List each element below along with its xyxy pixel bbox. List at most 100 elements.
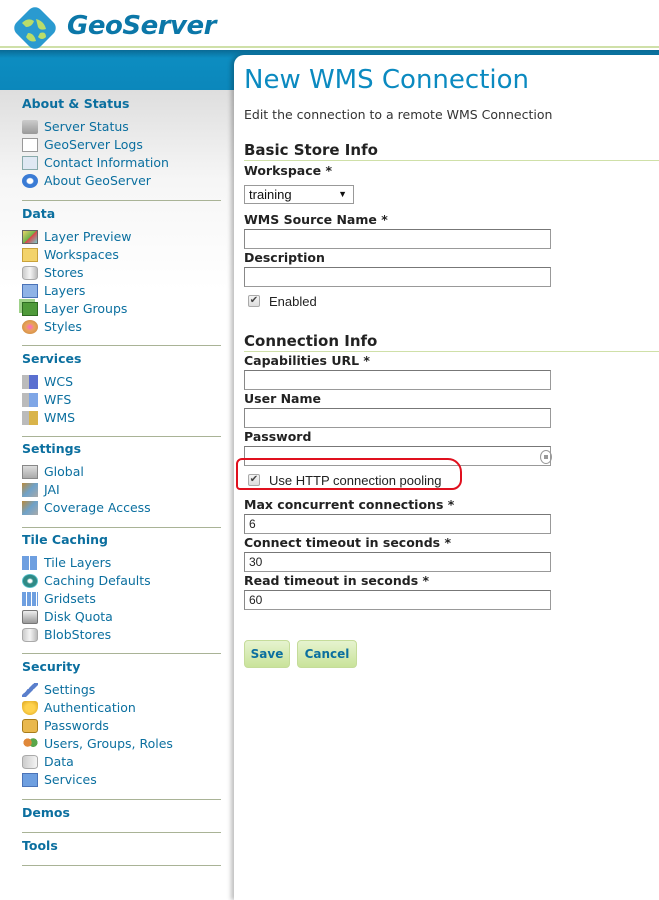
sidebar-item-geoserver-logs[interactable]: GeoServer Logs bbox=[22, 136, 221, 154]
sidebar-divider bbox=[22, 200, 221, 201]
max-connections-label: Max concurrent connections * bbox=[244, 497, 455, 512]
sidebar-item-wfs[interactable]: WFS bbox=[22, 391, 221, 409]
sidebar-item-jai[interactable]: JAI bbox=[22, 481, 221, 499]
sidebar-item-tile-layers[interactable]: Tile Layers bbox=[22, 554, 221, 572]
folder-icon bbox=[22, 248, 38, 262]
sidebar-item-server-status[interactable]: Server Status bbox=[22, 118, 221, 136]
sidebar-item-coverage-access[interactable]: Coverage Access bbox=[22, 499, 221, 517]
sidebar-item-label: Gridsets bbox=[44, 591, 96, 606]
sidebar-section-title[interactable]: Demos bbox=[22, 805, 221, 821]
sidebar-item-workspaces[interactable]: Workspaces bbox=[22, 246, 221, 264]
sidebar-item-data[interactable]: Data bbox=[22, 753, 221, 771]
sidebar-item-global[interactable]: Global bbox=[22, 463, 221, 481]
help-icon bbox=[22, 174, 38, 188]
page-title: New WMS Connection bbox=[244, 65, 529, 95]
wms-service-icon bbox=[22, 411, 38, 425]
sidebar-item-label: Coverage Access bbox=[44, 500, 151, 515]
sidebar-section-title: About & Status bbox=[22, 96, 130, 111]
layer-icon bbox=[22, 284, 38, 298]
sidebar-item-caching-defaults[interactable]: Caching Defaults bbox=[22, 572, 221, 590]
globe-logo-icon[interactable] bbox=[10, 5, 60, 53]
sidebar-item-layer-preview[interactable]: Layer Preview bbox=[22, 228, 221, 246]
enabled-checkbox[interactable]: ✔ bbox=[248, 295, 260, 307]
app-name[interactable]: GeoServer bbox=[67, 11, 216, 41]
connect-timeout-input[interactable] bbox=[244, 552, 551, 572]
sidebar-item-label: WMS bbox=[44, 410, 76, 425]
page-description: Edit the connection to a remote WMS Conn… bbox=[244, 107, 553, 122]
capabilities-url-input[interactable] bbox=[244, 370, 551, 390]
sidebar-item-label: Server Status bbox=[44, 119, 129, 134]
sidebar-section-security: Security Settings Authentication Passwords U… bbox=[22, 659, 221, 789]
sidebar-item-services[interactable]: Services bbox=[22, 771, 221, 789]
workspace-selected-value: training bbox=[249, 187, 292, 202]
sidebar-item-label: BlobStores bbox=[44, 627, 112, 642]
sidebar-item-about-geoserver[interactable]: About GeoServer bbox=[22, 172, 221, 190]
sidebar-item-passwords[interactable]: Passwords bbox=[22, 717, 221, 735]
enabled-label: Enabled bbox=[269, 294, 317, 309]
sidebar-item-label: Passwords bbox=[44, 718, 109, 733]
cancel-button[interactable]: Cancel bbox=[297, 640, 357, 668]
sidebar-item-gridsets[interactable]: Gridsets bbox=[22, 590, 221, 608]
sidebar-item-contact-information[interactable]: Contact Information bbox=[22, 154, 221, 172]
sidebar-divider bbox=[22, 799, 221, 800]
source-name-label: WMS Source Name * bbox=[244, 212, 388, 227]
server-icon bbox=[22, 465, 38, 479]
sidebar-item-label: Layer Preview bbox=[44, 229, 132, 244]
sidebar-item-label: Authentication bbox=[44, 700, 136, 715]
sidebar-item-label: JAI bbox=[44, 482, 60, 497]
max-connections-input[interactable] bbox=[244, 514, 551, 534]
sidebar-item-label: Global bbox=[44, 464, 84, 479]
sidebar-item-users-groups-roles[interactable]: Users, Groups, Roles bbox=[22, 735, 221, 753]
sidebar-section-title[interactable]: Tools bbox=[22, 838, 221, 854]
sidebar-section-title: Data bbox=[22, 206, 56, 221]
contact-card-icon bbox=[22, 156, 38, 170]
sidebar-divider bbox=[22, 345, 221, 346]
sidebar-divider bbox=[22, 653, 221, 654]
workspace-select[interactable]: training ▼ bbox=[244, 185, 354, 204]
sidebar-divider bbox=[22, 865, 221, 866]
sidebar-item-wcs[interactable]: WCS bbox=[22, 373, 221, 391]
workspace-label: Workspace * bbox=[244, 163, 333, 178]
source-name-input[interactable] bbox=[244, 229, 551, 249]
description-input[interactable] bbox=[244, 267, 551, 287]
sidebar-item-disk-quota[interactable]: Disk Quota bbox=[22, 608, 221, 626]
sidebar-item-label: Data bbox=[44, 754, 74, 769]
sidebar-item-stores[interactable]: Stores bbox=[22, 264, 221, 282]
read-timeout-input[interactable] bbox=[244, 590, 551, 610]
sidebar-section-services: Services WCS WFS WMS bbox=[22, 351, 221, 427]
sidebar-item-wms[interactable]: WMS bbox=[22, 409, 221, 427]
sidebar-item-label: WCS bbox=[44, 374, 74, 389]
sidebar-item-styles[interactable]: Styles bbox=[22, 318, 221, 336]
sidebar-item-blobstores[interactable]: BlobStores bbox=[22, 626, 221, 644]
sidebar-section-about-status: About & Status Server Status GeoServer Log… bbox=[22, 96, 221, 190]
username-input[interactable] bbox=[244, 408, 551, 428]
sidebar-item-label: Disk Quota bbox=[44, 609, 113, 624]
section-heading-connection: Connection Info bbox=[244, 332, 659, 352]
sidebar-item-label: Contact Information bbox=[44, 155, 169, 170]
sidebar-item-layer-groups[interactable]: Layer Groups bbox=[22, 300, 221, 318]
sidebar-item-label: Services bbox=[44, 772, 97, 787]
users-icon bbox=[22, 737, 38, 751]
username-label: User Name bbox=[244, 391, 321, 406]
sidebar-section-demos: Demos bbox=[22, 805, 221, 827]
password-reveal-icon[interactable] bbox=[540, 450, 552, 464]
sidebar-item-layers[interactable]: Layers bbox=[22, 282, 221, 300]
sidebar-item-label: Tile Layers bbox=[44, 555, 112, 570]
sidebar-item-authentication[interactable]: Authentication bbox=[22, 699, 221, 717]
save-button[interactable]: Save bbox=[244, 640, 290, 668]
sidebar-section-title: Security bbox=[22, 659, 81, 674]
sidebar-section-title: Services bbox=[22, 351, 82, 366]
sidebar-item-settings[interactable]: Settings bbox=[22, 681, 221, 699]
sidebar-item-label: Styles bbox=[44, 319, 82, 334]
document-icon bbox=[22, 138, 38, 152]
sidebar-section-tile-caching: Tile Caching Tile Layers Caching Defaults G… bbox=[22, 532, 221, 644]
image-settings-icon bbox=[22, 501, 38, 515]
globe-grid-icon bbox=[22, 574, 38, 588]
sidebar-item-label: GeoServer Logs bbox=[44, 137, 143, 152]
sidebar-section-title: Settings bbox=[22, 441, 82, 456]
sidebar-item-label: Workspaces bbox=[44, 247, 119, 262]
sidebar-item-label: Settings bbox=[44, 682, 96, 697]
sidebar-item-label: Caching Defaults bbox=[44, 573, 151, 588]
password-input[interactable] bbox=[244, 446, 552, 466]
pooling-checkbox[interactable]: ✔ bbox=[248, 474, 260, 486]
